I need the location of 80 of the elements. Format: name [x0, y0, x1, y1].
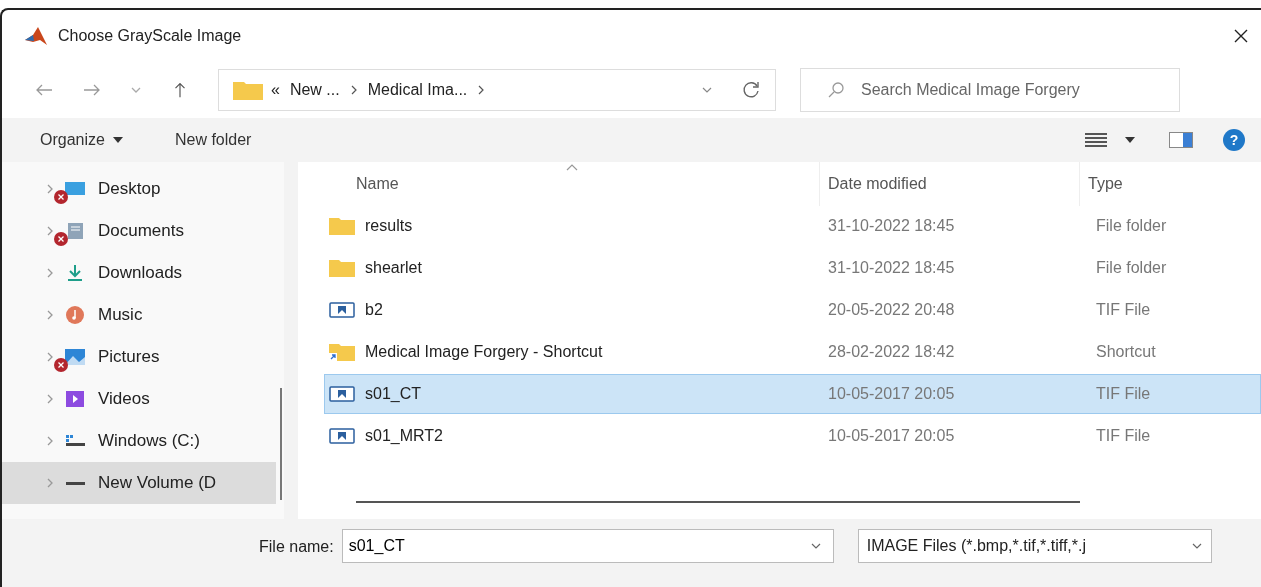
close-icon[interactable]	[1233, 28, 1249, 44]
date-cell-text: 10-05-2017 20:05	[827, 385, 956, 403]
window-title: Choose GrayScale Image	[58, 27, 242, 45]
expand-chevron-icon[interactable]	[46, 352, 54, 362]
search-icon	[826, 80, 846, 100]
chevron-down-icon[interactable]	[130, 86, 142, 94]
search-field[interactable]: Search Medical Image Forgery	[800, 68, 1180, 112]
type-cell-text: File folder	[1095, 217, 1168, 235]
chevron-right-icon	[477, 85, 486, 95]
expand-chevron-icon[interactable]	[46, 226, 54, 236]
chevron-right-icon	[349, 85, 358, 95]
image-file-icon	[329, 384, 355, 404]
file-row[interactable]: b2 20-05-2022 20:48 TIF File	[324, 290, 1261, 330]
expand-chevron-icon[interactable]	[46, 478, 54, 488]
dropdown-chevron-icon[interactable]	[701, 86, 713, 94]
new-folder-button[interactable]: New folder	[166, 127, 260, 153]
file-row[interactable]: s01_CT 10-05-2017 20:05 TIF File	[324, 374, 1261, 414]
breadcrumb[interactable]: Medical Ima...	[367, 81, 468, 99]
expand-chevron-icon[interactable]	[46, 394, 54, 404]
sidebar-item[interactable]: Desktop	[2, 168, 276, 210]
dropdown-chevron-icon[interactable]	[809, 542, 822, 550]
music-icon	[63, 305, 87, 325]
folder-icon	[329, 258, 355, 278]
image-file-icon	[329, 426, 355, 446]
file-name: shearlet	[365, 259, 422, 277]
caret-icon[interactable]	[1125, 137, 1135, 143]
file-type-dropdown[interactable]: IMAGE Files (*.bmp,*.tif,*.tiff,*.j	[857, 529, 1212, 563]
column-header[interactable]: Type	[1079, 162, 1261, 206]
file-row[interactable]: results 31-10-2022 18:45 File folder	[324, 206, 1261, 246]
image-file-icon	[329, 300, 355, 320]
date-cell-text: 10-05-2017 20:05	[827, 427, 956, 445]
breadcrumb-overflow[interactable]: «	[271, 81, 280, 99]
file-row[interactable]: s01_MRT2 10-05-2017 20:05 TIF File	[324, 416, 1261, 456]
address-bar[interactable]: « New ... Medical Ima...	[218, 69, 776, 111]
file-row[interactable]: shearlet 31-10-2022 18:45 File folder	[324, 248, 1261, 288]
file-name: s01_MRT2	[365, 427, 443, 445]
file-name-field[interactable]: s01_CT	[341, 529, 834, 563]
sidebar-item[interactable]: Documents	[2, 210, 276, 252]
app-logo-icon	[24, 26, 48, 46]
type-cell-text: TIF File	[1095, 301, 1152, 319]
type-cell-text: Shortcut	[1095, 343, 1157, 361]
column-header[interactable]: Date modified	[819, 162, 1079, 206]
help-button[interactable]: ?	[1223, 129, 1245, 151]
file-name: b2	[365, 301, 383, 319]
sidebar-item[interactable]: Music	[2, 294, 276, 336]
sidebar-item[interactable]: Pictures	[2, 336, 276, 378]
file-name: Medical Image Forgery - Shortcut	[365, 343, 603, 361]
organize-button[interactable]: Organize	[32, 127, 131, 153]
date-cell-text: 31-10-2022 18:45	[827, 217, 956, 235]
expand-chevron-icon[interactable]	[46, 436, 54, 446]
column-header[interactable]: Name	[324, 175, 819, 193]
sidebar-item[interactable]: Downloads	[2, 252, 276, 294]
date-cell-text: 20-05-2022 20:48	[827, 301, 956, 319]
folder-icon	[329, 216, 355, 236]
folder-shortcut-icon	[329, 342, 355, 362]
type-cell-text: TIF File	[1095, 385, 1152, 403]
expand-chevron-icon[interactable]	[46, 310, 54, 320]
expand-chevron-icon[interactable]	[46, 268, 54, 278]
breadcrumb[interactable]: New ...	[289, 81, 340, 99]
file-name-label: File name:	[259, 538, 334, 556]
file-name: s01_CT	[365, 385, 422, 403]
sidebar-item[interactable]: Videos	[2, 378, 276, 420]
view-list-icon[interactable]	[1085, 133, 1107, 147]
preview-pane-icon[interactable]	[1169, 132, 1193, 148]
caret-icon	[112, 137, 123, 143]
date-cell-text: 28-02-2022 18:42	[827, 343, 956, 361]
sidebar-item[interactable]: New Volume (D	[2, 462, 276, 504]
picture-icon	[63, 347, 87, 367]
folder-icon	[233, 80, 263, 100]
date-cell-text: 31-10-2022 18:45	[827, 259, 956, 277]
refresh-icon[interactable]	[741, 80, 761, 100]
type-cell-text: TIF File	[1095, 427, 1152, 445]
expand-chevron-icon[interactable]	[46, 184, 54, 194]
file-name: results	[365, 217, 413, 235]
drive-icon	[65, 481, 85, 485]
dropdown-chevron-icon	[1190, 542, 1203, 550]
sidebar-item[interactable]: Windows (C:)	[2, 420, 276, 462]
type-cell-text: File folder	[1095, 259, 1168, 277]
video-icon	[63, 389, 87, 409]
file-row[interactable]: Medical Image Forgery - Shortcut 28-02-2022 18:42 Shortcut	[324, 332, 1261, 372]
